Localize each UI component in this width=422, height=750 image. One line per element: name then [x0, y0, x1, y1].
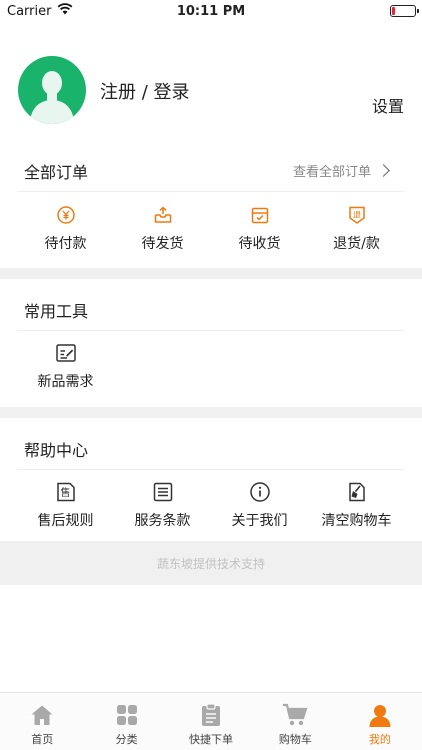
tools-section: 常用工具 新品需求	[0, 279, 422, 407]
tab-home[interactable]: 首页	[0, 693, 84, 750]
bottom-tab-bar: 首页 分类 快捷下单 购物车 我的	[0, 692, 422, 750]
tab-home-label: 首页	[31, 733, 54, 746]
clear-cart-icon	[346, 481, 368, 503]
help-terms[interactable]: 服务条款	[114, 481, 211, 530]
tab-mine-label: 我的	[368, 733, 391, 746]
pending-shipment-icon	[152, 204, 174, 226]
order-pending-shipment-label: 待发货	[141, 236, 184, 252]
help-clear-cart-label: 清空购物车	[321, 513, 392, 529]
section-gap	[0, 407, 422, 418]
refund-icon: 退	[346, 204, 368, 226]
see-all-orders-link[interactable]: 查看全部订单	[293, 161, 392, 180]
help-section: 帮助中心 售 售后规则 服务条款 关于我们 清空购物车	[0, 418, 422, 541]
pending-payment-icon	[55, 204, 77, 226]
tab-category-label: 分类	[115, 733, 138, 746]
help-clear-cart[interactable]: 清空购物车	[308, 481, 405, 530]
order-pending-receipt-label: 待收货	[238, 236, 281, 252]
default-avatar-icon	[30, 71, 74, 124]
order-pending-receipt[interactable]: 待收货	[211, 204, 308, 253]
refund-icon-glyph: 退	[353, 211, 361, 220]
help-terms-label: 服务条款	[134, 513, 191, 529]
home-icon	[29, 702, 55, 728]
orders-section: 全部订单 查看全部订单 待付款 待发货 待收货 退 退货/款	[0, 146, 422, 268]
settings-button[interactable]: 设置	[372, 93, 404, 117]
after-sales-icon-glyph: 售	[60, 486, 70, 499]
help-about-label: 关于我们	[231, 513, 288, 529]
cart-icon	[282, 702, 308, 728]
info-icon	[249, 481, 271, 503]
tools-title: 常用工具	[24, 302, 89, 321]
new-product-request-icon	[55, 342, 77, 364]
help-after-sales-label: 售后规则	[37, 513, 94, 529]
tech-support-footer: 蔬东坡提供技术支持	[0, 541, 422, 585]
status-time: 10:11 PM	[176, 4, 246, 19]
order-pending-shipment[interactable]: 待发货	[114, 204, 211, 253]
order-status-grid: 待付款 待发货 待收货 退 退货/款	[17, 204, 405, 253]
person-icon	[367, 702, 393, 728]
terms-icon	[152, 481, 174, 503]
tech-support-text: 蔬东坡提供技术支持	[156, 556, 265, 571]
tab-quick-order[interactable]: 快捷下单	[169, 693, 253, 750]
order-refund[interactable]: 退 退货/款	[308, 204, 405, 253]
divider	[17, 191, 405, 192]
chevron-right-icon	[377, 164, 390, 177]
divider	[17, 469, 405, 470]
tool-new-product-request[interactable]: 新品需求	[17, 342, 114, 391]
tab-category[interactable]: 分类	[84, 693, 168, 750]
avatar[interactable]	[18, 56, 86, 124]
tab-quick-order-label: 快捷下单	[189, 733, 234, 746]
see-all-orders-label: 查看全部订单	[292, 165, 371, 180]
orders-title: 全部订单	[24, 163, 89, 182]
category-icon	[114, 702, 140, 728]
after-sales-icon: 售	[55, 481, 77, 503]
tools-grid: 新品需求	[17, 342, 405, 391]
tab-cart[interactable]: 购物车	[253, 693, 337, 750]
profile-header: 注册 / 登录 设置	[18, 54, 404, 134]
pending-receipt-icon	[249, 204, 271, 226]
order-pending-payment[interactable]: 待付款	[17, 204, 114, 253]
clipboard-icon	[198, 702, 224, 728]
help-after-sales-rules[interactable]: 售 售后规则	[17, 481, 114, 530]
order-pending-payment-label: 待付款	[44, 236, 87, 252]
help-title: 帮助中心	[24, 441, 89, 460]
tool-new-product-request-label: 新品需求	[37, 374, 94, 390]
tab-cart-label: 购物车	[278, 733, 312, 746]
help-about-us[interactable]: 关于我们	[211, 481, 308, 530]
tab-mine[interactable]: 我的	[338, 693, 422, 750]
order-refund-label: 退货/款	[333, 236, 380, 252]
help-grid: 售 售后规则 服务条款 关于我们 清空购物车	[17, 481, 405, 530]
section-gap	[0, 268, 422, 279]
divider	[17, 330, 405, 331]
login-register-link[interactable]: 注册 / 登录	[100, 78, 190, 104]
